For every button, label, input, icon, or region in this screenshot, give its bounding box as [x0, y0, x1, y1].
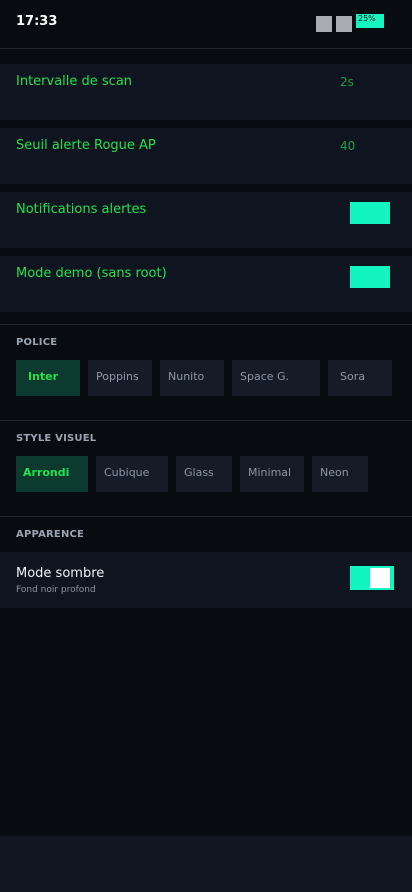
toggle-knob	[370, 568, 390, 588]
section-title-police: POLICE	[16, 337, 58, 348]
setting-label: Seuil alerte Rogue AP	[16, 138, 156, 153]
setting-demo-mode[interactable]: Mode demo (sans root)	[0, 256, 412, 312]
setting-value[interactable]: 40	[340, 139, 355, 153]
dark-mode-subtitle: Fond noir profond	[16, 585, 96, 595]
setting-label: Mode demo (sans root)	[16, 266, 167, 281]
dark-mode-label: Mode sombre	[16, 566, 105, 581]
setting-notifications[interactable]: Notifications alertes	[0, 192, 412, 248]
section-title-style: STYLE VISUEL	[16, 433, 97, 444]
section-title-apparence: APPARENCE	[16, 529, 85, 540]
style-chip-cubique[interactable]: Cubique	[96, 456, 168, 492]
font-chip-space-g[interactable]: Space G.	[232, 360, 320, 396]
setting-scan-interval[interactable]: Intervalle de scan 2s	[0, 64, 412, 120]
divider	[0, 516, 412, 517]
battery-icon: 25%	[356, 14, 384, 28]
status-time: 17:33	[16, 14, 58, 29]
font-chip-nunito[interactable]: Nunito	[160, 360, 224, 396]
wifi-icon	[336, 16, 352, 32]
signal-icon	[316, 16, 332, 32]
bottom-navigation-bar	[0, 836, 412, 892]
setting-label: Notifications alertes	[16, 202, 147, 217]
style-chip-arrondi[interactable]: Arrondi	[16, 456, 88, 492]
font-chip-inter[interactable]: Inter	[16, 360, 80, 396]
setting-rogue-threshold[interactable]: Seuil alerte Rogue AP 40	[0, 128, 412, 184]
style-chip-neon[interactable]: Neon	[312, 456, 368, 492]
demo-mode-toggle[interactable]	[350, 266, 390, 288]
divider	[0, 324, 412, 325]
dark-mode-toggle[interactable]	[350, 566, 394, 590]
setting-label: Intervalle de scan	[16, 74, 133, 89]
style-chip-glass[interactable]: Glass	[176, 456, 232, 492]
style-chip-minimal[interactable]: Minimal	[240, 456, 304, 492]
setting-dark-mode[interactable]: Mode sombre Fond noir profond	[0, 552, 412, 608]
notifications-toggle[interactable]	[350, 202, 390, 224]
status-bar: 17:33 25%	[0, 0, 412, 49]
font-chip-poppins[interactable]: Poppins	[88, 360, 152, 396]
setting-value[interactable]: 2s	[340, 75, 354, 89]
font-chip-sora[interactable]: Sora	[328, 360, 392, 396]
divider	[0, 420, 412, 421]
